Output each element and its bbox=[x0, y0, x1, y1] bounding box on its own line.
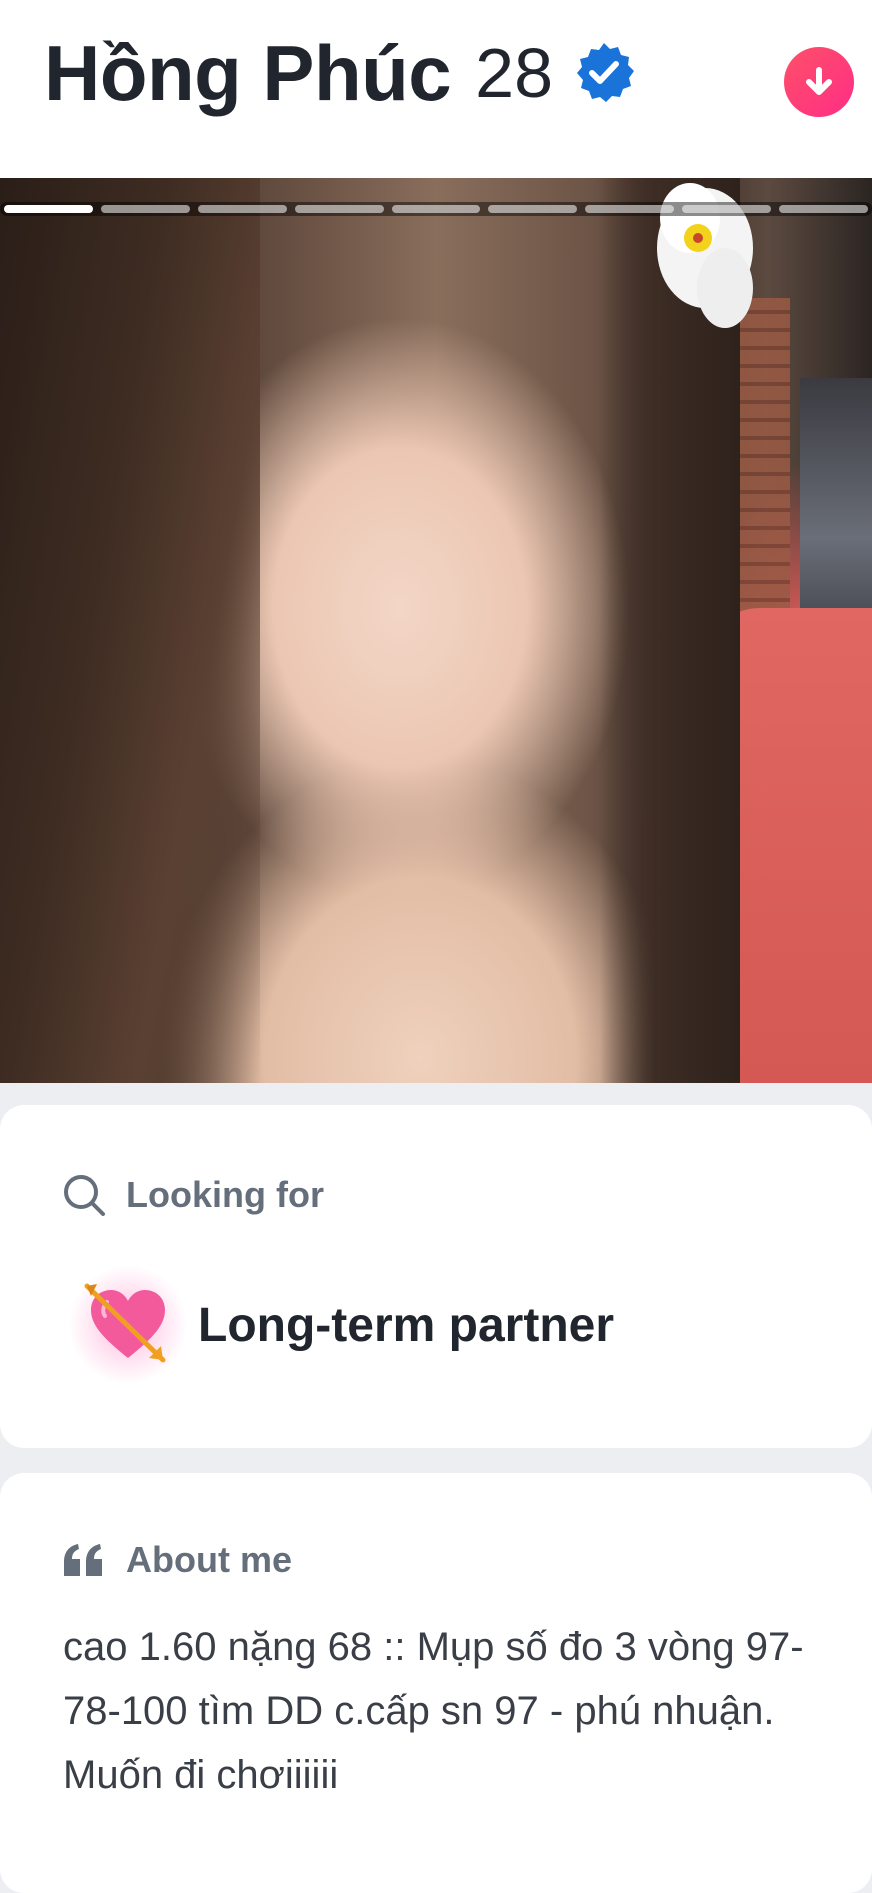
profile-photo[interactable] bbox=[0, 178, 872, 1083]
profile-header: Hồng Phúc 28 bbox=[0, 0, 872, 178]
photo-progress-segment[interactable] bbox=[682, 205, 772, 213]
photo-progress-segment[interactable] bbox=[197, 205, 287, 213]
about-me-text: cao 1.60 nặng 68 :: Mụp số đo 3 vòng 97-… bbox=[63, 1625, 804, 1797]
arrow-down-icon bbox=[806, 67, 832, 95]
photo-progress-segment[interactable] bbox=[100, 205, 190, 213]
search-icon bbox=[64, 1175, 105, 1216]
profile-name: Hồng Phúc bbox=[44, 29, 452, 117]
quote-icon bbox=[64, 1544, 102, 1576]
looking-for-value: Long-term partner bbox=[68, 1265, 615, 1385]
looking-for-label: Looking for bbox=[126, 1174, 324, 1215]
heart-with-arrow-icon bbox=[68, 1265, 188, 1385]
photo-progress-segment[interactable] bbox=[4, 205, 93, 213]
photo-hair-left bbox=[0, 178, 260, 1083]
looking-for-card: Looking for Long-term partner bbox=[0, 1105, 872, 1448]
download-button[interactable] bbox=[784, 47, 854, 117]
about-me-label: About me bbox=[126, 1539, 292, 1580]
photo-progress-segment[interactable] bbox=[294, 205, 384, 213]
photo-progress-bar bbox=[0, 202, 872, 216]
about-me-card: About me cao 1.60 nặng 68 :: Mụp số đo 3… bbox=[0, 1473, 872, 1893]
verified-badge-icon bbox=[577, 43, 635, 102]
profile-age: 28 bbox=[475, 34, 554, 112]
looking-for-text: Long-term partner bbox=[198, 1298, 615, 1352]
photo-progress-segment[interactable] bbox=[488, 205, 578, 213]
looking-for-header: Looking for bbox=[62, 1173, 324, 1217]
photo-progress-segment[interactable] bbox=[779, 205, 869, 213]
photo-progress-segment[interactable] bbox=[585, 205, 675, 213]
about-me-header: About me bbox=[62, 1539, 292, 1581]
photo-progress-segment[interactable] bbox=[391, 205, 481, 213]
name-line: Hồng Phúc 28 bbox=[44, 34, 637, 112]
